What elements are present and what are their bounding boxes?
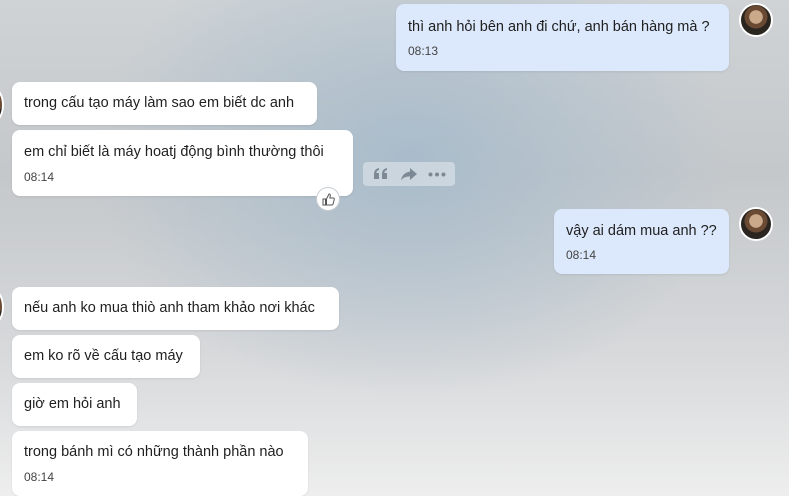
incoming-message[interactable]: em ko rõ về cấu tạo máy xyxy=(12,335,200,378)
message-text: vậy ai dám mua anh ?? xyxy=(566,223,717,239)
outgoing-message[interactable]: thì anh hỏi bên anh đi chứ, anh bán hàng… xyxy=(396,4,729,71)
message-text: em chỉ biết là máy hoatj động bình thườn… xyxy=(24,144,324,160)
like-icon[interactable] xyxy=(316,187,340,211)
message-text: thì anh hỏi bên anh đi chứ, anh bán hàng… xyxy=(408,19,710,35)
sender-avatar[interactable] xyxy=(739,207,773,241)
message-text: em ko rõ về cấu tạo máy xyxy=(24,348,183,364)
incoming-message[interactable]: giờ em hỏi anh xyxy=(12,383,137,426)
incoming-message[interactable]: em chỉ biết là máy hoatj động bình thườn… xyxy=(12,130,353,196)
quote-icon[interactable] xyxy=(370,165,392,183)
message-text: trong bánh mì có những thành phần nào xyxy=(24,444,284,460)
incoming-message[interactable]: trong bánh mì có những thành phần nào 08… xyxy=(12,431,308,496)
message-time: 08:14 xyxy=(24,170,55,184)
message-actions-toolbar xyxy=(363,162,455,186)
message-time: 08:14 xyxy=(24,470,55,484)
message-text: trong cấu tạo máy làm sao em biết dc anh xyxy=(24,95,295,111)
message-text: giờ em hỏi anh xyxy=(24,396,121,412)
forward-icon[interactable] xyxy=(398,165,420,183)
message-time: 08:13 xyxy=(408,44,439,58)
message-time: 08:14 xyxy=(566,248,597,262)
message-text: nếu anh ko mua thiò anh tham khảo nơi kh… xyxy=(24,300,315,316)
incoming-message[interactable]: nếu anh ko mua thiò anh tham khảo nơi kh… xyxy=(12,287,339,330)
incoming-message[interactable]: trong cấu tạo máy làm sao em biết dc anh xyxy=(12,82,317,125)
sender-avatar[interactable] xyxy=(739,3,773,37)
more-icon[interactable] xyxy=(426,165,448,183)
outgoing-message[interactable]: vậy ai dám mua anh ?? 08:14 xyxy=(554,209,729,274)
contact-avatar[interactable] xyxy=(0,290,4,324)
contact-avatar[interactable] xyxy=(0,88,4,122)
